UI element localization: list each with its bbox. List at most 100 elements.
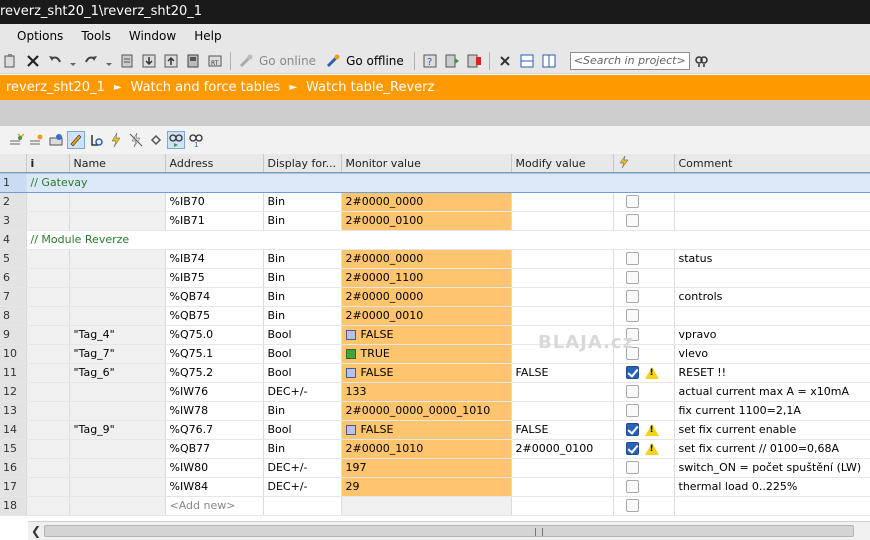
tag-name[interactable] (69, 249, 166, 269)
display-format[interactable]: Bin (263, 401, 342, 421)
modify-value[interactable] (511, 496, 614, 516)
start-cpu-icon[interactable] (444, 53, 460, 69)
breadcrumb-watch-folder[interactable]: Watch and force tables (131, 75, 281, 100)
modify-value[interactable] (511, 211, 614, 231)
display-format[interactable]: Bin (263, 268, 342, 288)
modify-value[interactable] (511, 382, 614, 402)
modify-checkbox[interactable] (625, 252, 639, 266)
column-header-modify-value[interactable]: Modify value (511, 154, 614, 174)
undo-dropdown-icon[interactable] (69, 53, 77, 69)
address-cell[interactable]: %IB75 (165, 268, 264, 288)
row-number[interactable]: 14 (0, 420, 27, 440)
redo-dropdown-icon[interactable] (105, 53, 113, 69)
tag-name[interactable] (69, 496, 166, 516)
modify-flag-cell[interactable] (613, 268, 675, 288)
breadcrumb-project[interactable]: reverz_sht20_1 (6, 75, 105, 100)
monitor-all-icon[interactable] (167, 131, 185, 149)
column-header-display-format[interactable]: Display for... (263, 154, 342, 174)
tag-name[interactable] (69, 401, 166, 421)
modify-value[interactable]: FALSE (511, 420, 614, 440)
modify-flag-cell[interactable] (613, 382, 675, 402)
modify-checkbox[interactable] (625, 366, 639, 380)
modify-value[interactable] (511, 458, 614, 478)
modify-value[interactable]: 2#0000_0100 (511, 439, 614, 459)
menu-help[interactable]: Help (185, 29, 230, 43)
table-row[interactable]: 16 %IW80 DEC+/- 197 switch_ON = počet spuště… (0, 458, 870, 478)
table-row[interactable]: 17 %IW84 DEC+/- 29 thermal load 0..225% (0, 477, 870, 497)
modify-now-icon[interactable] (67, 131, 85, 149)
table-row[interactable]: 15 %QB77 Bin2#0000_1010 2#0000_0100 set fix … (0, 439, 870, 459)
tag-name[interactable] (69, 287, 166, 307)
table-row[interactable]: 3 %IB71 Bin 2#0000_0100 (0, 211, 870, 231)
display-format[interactable]: DEC+/- (263, 477, 342, 497)
breadcrumb-watch-table[interactable]: Watch table_Reverz (306, 75, 434, 100)
delete-icon[interactable] (25, 53, 41, 69)
comment[interactable] (674, 192, 870, 212)
modify-flag-cell[interactable] (613, 496, 675, 516)
modify-flag-cell[interactable] (613, 458, 675, 478)
row-number[interactable]: 3 (0, 211, 27, 231)
scroll-left-icon[interactable]: ❮ (28, 522, 44, 540)
tag-name[interactable] (69, 439, 166, 459)
table-row[interactable]: 5 %IB74 Bin 2#0000_0000 status (0, 249, 870, 269)
modify-flag-cell[interactable] (613, 192, 675, 212)
tag-name[interactable] (69, 382, 166, 402)
tag-name[interactable] (69, 458, 166, 478)
compile-icon[interactable] (119, 53, 135, 69)
modify-flag-cell[interactable] (613, 211, 675, 231)
address-cell[interactable]: %IB74 (165, 249, 264, 269)
menu-options[interactable]: Options (0, 29, 72, 43)
table-group-row[interactable]: 1// Gatevay (0, 172, 870, 193)
row-number[interactable]: 18 (0, 496, 27, 516)
tag-name[interactable] (69, 268, 166, 288)
address-cell[interactable]: %IW84 (165, 477, 264, 497)
go-online-icon[interactable] (238, 53, 254, 69)
modify-flag-cell[interactable] (613, 439, 675, 459)
modify-flag-cell[interactable] (613, 306, 675, 326)
comment[interactable]: fix current 1100=2,1A (674, 401, 870, 421)
comment[interactable]: set fix current enable (674, 420, 870, 440)
device-icon[interactable] (185, 53, 201, 69)
upload-icon[interactable] (163, 53, 179, 69)
display-format[interactable]: Bool (263, 344, 342, 364)
modify-value[interactable] (511, 306, 614, 326)
stop-force-icon[interactable] (128, 132, 144, 148)
address-cell[interactable]: %Q75.0 (165, 325, 264, 345)
display-format[interactable]: Bin (263, 249, 342, 269)
table-group-row[interactable]: 4// Module Reverze (0, 230, 870, 250)
column-header-info[interactable]: i (26, 154, 70, 174)
row-number[interactable]: 12 (0, 382, 27, 402)
comment[interactable]: thermal load 0..225% (674, 477, 870, 497)
modify-value[interactable]: FALSE (511, 363, 614, 383)
row-number[interactable]: 9 (0, 325, 27, 345)
row-number[interactable]: 6 (0, 268, 27, 288)
address-cell[interactable]: %QB77 (165, 439, 264, 459)
table-row[interactable]: 13 %IW78 Bin 2#0000_0000_0000_1010 fix curre… (0, 401, 870, 421)
tag-name[interactable]: "Tag_9" (69, 420, 166, 440)
address-cell[interactable]: %IW76 (165, 382, 264, 402)
address-cell[interactable]: %Q75.2 (165, 363, 264, 383)
modify-flag-cell[interactable] (613, 401, 675, 421)
display-format[interactable]: Bin (263, 287, 342, 307)
table-row[interactable]: 7 %QB74 Bin 2#0000_0000 controls (0, 287, 870, 307)
undo-icon[interactable] (47, 53, 63, 69)
address-cell[interactable]: %Q75.1 (165, 344, 264, 364)
table-row[interactable]: 6 %IB75 Bin 2#0000_1100 (0, 268, 870, 288)
modify-checkbox[interactable] (625, 214, 639, 228)
row-number[interactable]: 10 (0, 344, 27, 364)
go-offline-icon[interactable] (325, 53, 341, 69)
row-number[interactable]: 17 (0, 477, 27, 497)
insert-row-icon[interactable] (8, 132, 25, 148)
tag-name[interactable]: "Tag_4" (69, 325, 166, 345)
modify-value[interactable] (511, 477, 614, 497)
row-number[interactable]: 7 (0, 287, 27, 307)
table-row[interactable]: 10 "Tag_7" %Q75.1 Bool TRUE vlevo (0, 344, 870, 364)
comment[interactable]: status (674, 249, 870, 269)
column-header-comment[interactable]: Comment (674, 154, 870, 174)
address-cell[interactable]: %IB70 (165, 192, 264, 212)
modify-checkbox[interactable] (625, 404, 639, 418)
comment[interactable]: controls (674, 287, 870, 307)
table-row[interactable]: 14 "Tag_9"%Q76.7 Bool FALSE FALSE set fix cur… (0, 420, 870, 440)
table-row[interactable]: 11 "Tag_6"%Q75.2 Bool FALSE FALSE RESET !! (0, 363, 870, 383)
modify-flag-cell[interactable] (613, 420, 675, 440)
